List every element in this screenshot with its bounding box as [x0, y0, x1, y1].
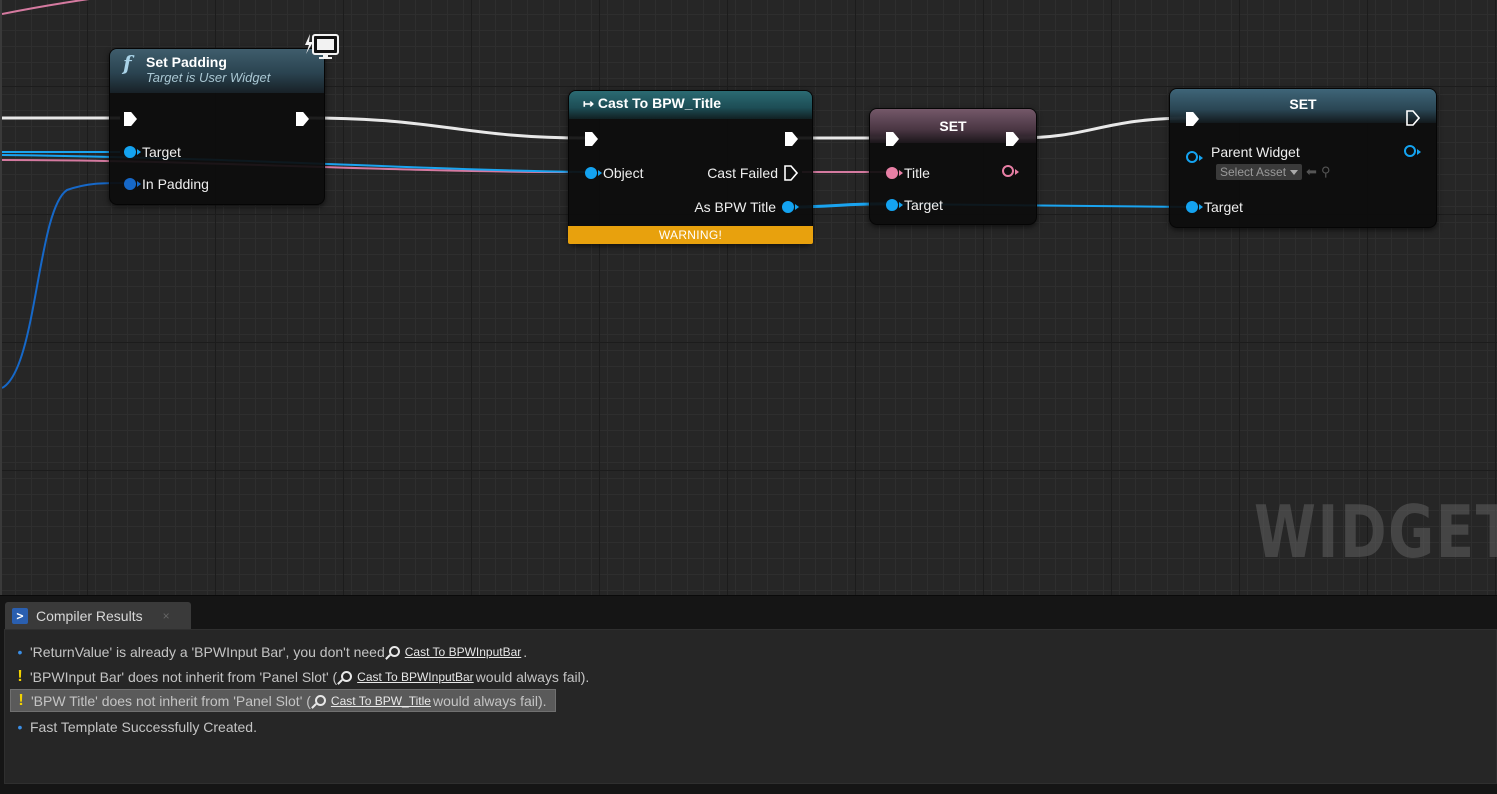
result-message[interactable]: • Fast Template Successfully Created.: [10, 715, 265, 738]
wire-padding-in: [2, 182, 125, 389]
cast-link[interactable]: Cast To BPW_Title: [313, 694, 431, 708]
exec-out-pin[interactable]: [296, 112, 309, 126]
wire-exec-1: [306, 116, 588, 140]
node-title: Cast To BPW_Title: [597, 95, 722, 111]
close-icon[interactable]: ×: [163, 609, 170, 623]
pin-parent-widget-out[interactable]: [1404, 145, 1421, 157]
server-only-monitor-icon: [305, 34, 339, 59]
select-asset-picker[interactable]: Select Asset ⬅ ⚲: [1216, 164, 1330, 180]
exec-in-pin[interactable]: [124, 112, 137, 126]
pin-parent-widget-in[interactable]: [1186, 151, 1203, 163]
result-message-selected[interactable]: ! 'BPW Title' does not inherit from 'Pan…: [10, 689, 556, 712]
cast-link[interactable]: Cast To BPWInputBar: [339, 670, 474, 684]
exec-out-pin[interactable]: [1406, 110, 1420, 126]
node-subtitle: Target is User Widget: [146, 70, 271, 85]
node-set-title[interactable]: SET Title Target: [869, 108, 1037, 225]
warning-banner: WARNING!: [568, 226, 813, 244]
cast-link[interactable]: Cast To BPWInputBar: [387, 645, 521, 659]
search-icon: [314, 695, 326, 706]
pin-target[interactable]: Target: [1186, 199, 1243, 215]
object-pin-icon: [886, 199, 903, 211]
object-pin-icon: [124, 146, 141, 158]
pin-object[interactable]: Object: [585, 165, 643, 181]
result-message[interactable]: • 'ReturnValue' is already a 'BPWInput B…: [10, 640, 535, 663]
exec-hollow-icon: [1406, 110, 1420, 126]
info-bullet-icon: •: [17, 643, 23, 660]
function-icon: f: [123, 51, 132, 75]
warning-icon: !: [18, 691, 24, 709]
search-icon: [341, 671, 353, 682]
exec-hollow-icon: [784, 165, 798, 181]
chevron-down-icon: [1290, 169, 1299, 175]
node-header: f Set Padding Target is User Widget: [110, 49, 324, 93]
pin-title-out[interactable]: [1002, 165, 1019, 177]
search-icon: [388, 646, 400, 657]
node-title: Set Padding: [146, 54, 227, 70]
result-message[interactable]: ! 'BPWInput Bar' does not inherit from '…: [10, 665, 597, 688]
tab-strip: > Compiler Results ×: [0, 595, 1497, 630]
use-selected-arrow-icon[interactable]: ⬅: [1306, 164, 1317, 180]
exec-in-pin[interactable]: [585, 132, 598, 146]
graph-watermark: WIDGET: [1254, 490, 1497, 574]
browse-search-icon[interactable]: ⚲: [1321, 164, 1331, 180]
node-set-parent-widget[interactable]: SET Parent Widget Select Asset ⬅ ⚲ Targe…: [1169, 88, 1437, 228]
exec-in-pin[interactable]: [886, 132, 899, 146]
object-pin-icon: [1186, 201, 1203, 213]
select-asset-dropdown[interactable]: Select Asset: [1216, 164, 1303, 180]
exec-out-pin[interactable]: [1006, 132, 1019, 146]
node-header: SET: [1170, 89, 1436, 123]
tab-compiler-results[interactable]: > Compiler Results ×: [5, 602, 191, 630]
wire-pink-top: [2, 0, 90, 15]
object-pin-icon: [585, 167, 602, 179]
wire-exec-3: [1016, 116, 1193, 140]
object-ring-pin-icon: [1186, 151, 1203, 163]
pin-cast-failed[interactable]: Cast Failed: [707, 165, 798, 181]
cast-arrow-icon: ↦: [583, 96, 594, 111]
struct-pin-icon: [124, 178, 141, 190]
terminal-icon: >: [12, 608, 28, 624]
node-header: ↦ Cast To BPW_Title: [569, 91, 812, 119]
widget-out-pin-icon: [1002, 165, 1019, 177]
object-ring-out-pin-icon: [1404, 145, 1421, 157]
warning-icon: !: [17, 667, 23, 685]
pin-as-bpw-title[interactable]: As BPW Title: [694, 199, 799, 215]
pin-target[interactable]: Target: [124, 144, 181, 160]
node-set-padding[interactable]: f Set Padding Target is User Widget Targ…: [109, 48, 325, 205]
widget-pin-icon: [886, 167, 903, 179]
exec-out-pin[interactable]: [785, 132, 798, 146]
results-list[interactable]: • 'ReturnValue' is already a 'BPWInput B…: [4, 629, 1497, 784]
exec-in-pin[interactable]: [1186, 112, 1199, 126]
pin-target[interactable]: Target: [886, 197, 943, 213]
object-pin-icon: [782, 201, 799, 213]
node-title: SET: [1289, 96, 1317, 112]
blueprint-graph[interactable]: WIDGET f Set Padding Target is User Widg…: [0, 0, 1497, 595]
pin-in-padding[interactable]: In Padding: [124, 176, 209, 192]
node-cast-to-bpw-title[interactable]: ↦ Cast To BPW_Title Object Cast Failed As…: [568, 90, 813, 244]
info-bullet-icon: •: [17, 718, 23, 735]
compiler-results-panel: > Compiler Results × • 'ReturnValue' is …: [0, 595, 1497, 794]
pin-parent-widget-label: Parent Widget: [1211, 144, 1300, 160]
pin-title[interactable]: Title: [886, 165, 930, 181]
